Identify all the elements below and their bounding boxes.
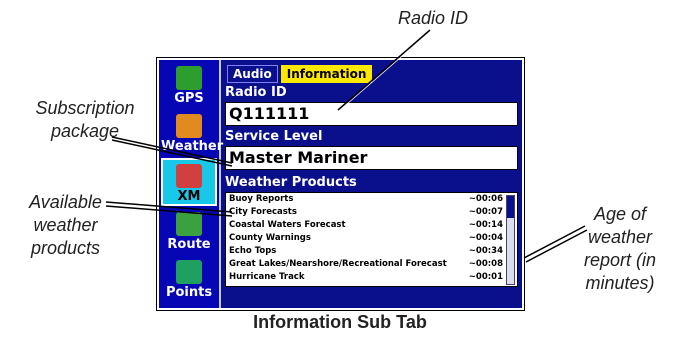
product-name: Hurricane Track (229, 272, 305, 282)
product-age: ~00:06 (468, 194, 503, 204)
list-item[interactable]: Buoy Reports ~00:06 (226, 193, 517, 206)
product-age: ~00:34 (468, 246, 503, 256)
sidebar-item-label: XM (177, 189, 201, 204)
weather-products-label: Weather Products (225, 175, 357, 190)
callout-line: Subscription (35, 98, 135, 118)
product-age: ~00:01 (468, 272, 503, 282)
list-item[interactable]: Hurricane Track ~00:01 (226, 271, 517, 284)
radio-id-label: Radio ID (225, 85, 287, 100)
callout-age-of-report: Age of weather report (in minutes) (570, 203, 670, 295)
weather-icon (176, 114, 202, 138)
product-name: Great Lakes/Nearshore/Recreational Forec… (229, 259, 447, 269)
satellite-icon (176, 66, 202, 90)
product-age: ~00:07 (468, 207, 503, 217)
callout-line: package (50, 121, 120, 141)
product-name: Coastal Waters Forecast (229, 220, 346, 230)
points-icon (176, 260, 202, 284)
scrollbar-thumb[interactable] (507, 196, 514, 218)
list-scrollbar[interactable] (506, 195, 515, 285)
callout-line: weather (33, 215, 98, 235)
information-panel: Radio ID Q111111 Service Level Master Ma… (225, 84, 518, 287)
callout-available-products: Available weather products (18, 191, 113, 260)
list-item[interactable]: Echo Tops ~00:34 (226, 245, 517, 258)
callout-subscription-package: Subscription package (30, 97, 140, 143)
sidebar-item-route[interactable]: Route (161, 208, 217, 256)
product-age: ~00:08 (468, 259, 503, 269)
callout-line: minutes) (585, 273, 655, 293)
service-level-label: Service Level (225, 129, 323, 144)
product-name: City Forecasts (229, 207, 297, 217)
product-name: Echo Tops (229, 246, 277, 256)
product-name: Buoy Reports (229, 194, 294, 204)
callout-line: report (in (583, 250, 657, 270)
route-icon (176, 212, 202, 236)
product-age: ~00:14 (468, 220, 503, 230)
callout-line: Age of (593, 204, 647, 224)
list-item[interactable]: Coastal Waters Forecast ~00:14 (226, 219, 517, 232)
sidebar: GPS Weather XM Route Points (159, 60, 224, 308)
callout-radio-id: Radio ID (398, 8, 469, 28)
callout-line: products (30, 238, 101, 258)
tab-audio[interactable]: Audio (227, 65, 278, 83)
callout-line: Available (29, 192, 102, 212)
xm-radio-icon (176, 164, 202, 188)
sidebar-item-weather[interactable]: Weather (161, 110, 224, 158)
sidebar-item-label: Route (167, 237, 211, 252)
gps-screen: GPS Weather XM Route Points Audio Informa… (156, 57, 525, 311)
callout-line: weather (587, 227, 653, 247)
sidebar-item-gps[interactable]: GPS (161, 62, 217, 110)
sidebar-item-label: GPS (174, 91, 204, 106)
weather-products-list[interactable]: Buoy Reports ~00:06 City Forecasts ~00:07 … (225, 192, 518, 287)
service-level-field: Master Mariner (225, 146, 518, 170)
sidebar-item-label: Points (165, 285, 213, 300)
tab-bar: Audio Information (227, 65, 375, 83)
product-name: County Warnings (229, 233, 311, 243)
list-item[interactable]: City Forecasts ~00:07 (226, 206, 517, 219)
figure-caption: Information Sub Tab (253, 312, 427, 332)
radio-id-field: Q111111 (225, 102, 518, 126)
sidebar-item-label: Weather (161, 139, 224, 154)
list-item[interactable]: County Warnings ~00:04 (226, 232, 517, 245)
sidebar-item-xm[interactable]: XM (161, 158, 217, 206)
tab-information[interactable]: Information (280, 65, 373, 83)
list-item[interactable]: Great Lakes/Nearshore/Recreational Forec… (226, 258, 517, 271)
sidebar-item-points[interactable]: Points (161, 256, 217, 304)
product-age: ~00:04 (468, 233, 503, 243)
